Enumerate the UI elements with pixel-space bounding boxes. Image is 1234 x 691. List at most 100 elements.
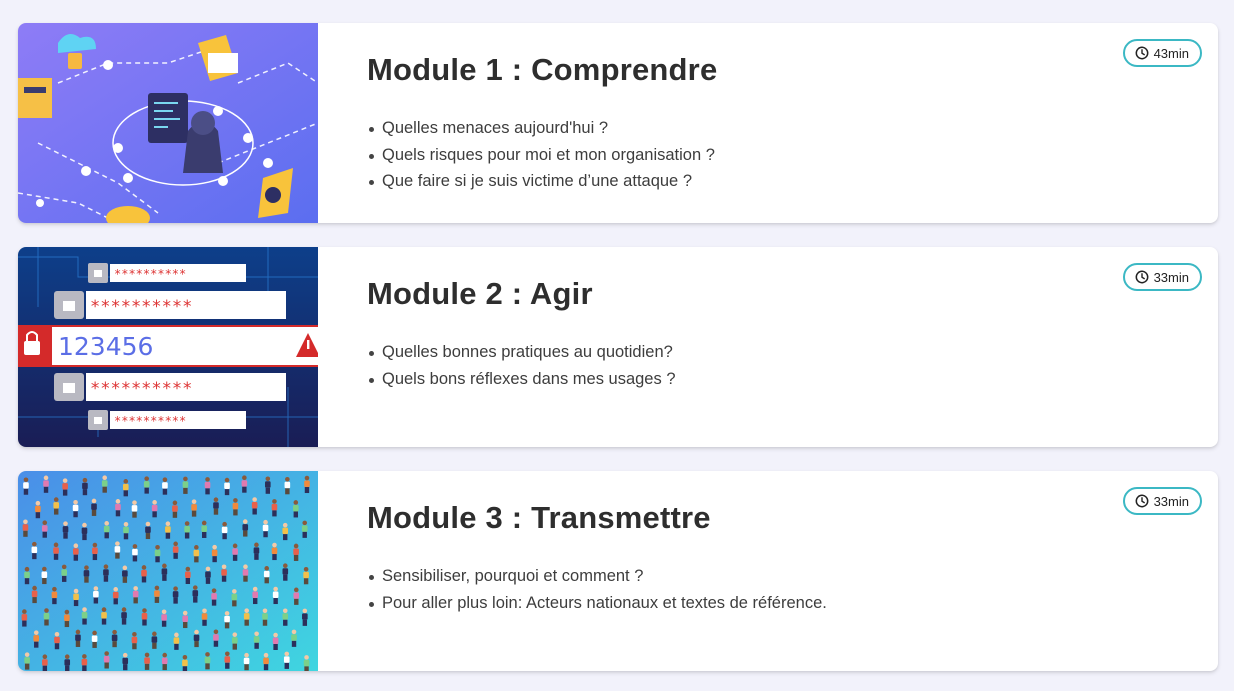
duration-label: 33min bbox=[1153, 493, 1189, 509]
duration-label: 43min bbox=[1153, 45, 1189, 61]
person-figure bbox=[154, 585, 160, 603]
person-figure bbox=[111, 629, 118, 648]
person-figure bbox=[282, 522, 289, 541]
person-figure bbox=[81, 654, 88, 671]
person-figure bbox=[53, 497, 60, 515]
person-figure bbox=[93, 586, 99, 604]
module-3-title: Module 3 : Transmettre bbox=[367, 500, 711, 535]
module-3-image bbox=[18, 471, 318, 671]
person-figure bbox=[141, 565, 147, 583]
person-figure bbox=[21, 609, 28, 627]
person-figure bbox=[291, 629, 297, 647]
person-figure bbox=[92, 542, 98, 561]
person-figure bbox=[231, 632, 238, 650]
person-figure bbox=[31, 585, 38, 604]
duration-label: 33min bbox=[1153, 269, 1189, 285]
person-figure bbox=[73, 543, 79, 561]
person-figure bbox=[24, 566, 30, 585]
masked-password-text: ********** bbox=[114, 414, 186, 428]
person-figure bbox=[103, 564, 109, 582]
person-figure bbox=[204, 652, 211, 670]
person-figure bbox=[72, 499, 79, 518]
person-figure bbox=[252, 586, 259, 605]
person-figure bbox=[41, 520, 48, 538]
person-figure bbox=[205, 566, 211, 584]
person-figure bbox=[64, 654, 71, 671]
person-figure bbox=[22, 519, 29, 537]
person-figure bbox=[43, 475, 49, 493]
person-figure bbox=[51, 586, 58, 605]
person-figure bbox=[301, 520, 308, 538]
person-figure bbox=[172, 500, 178, 518]
module-2-content: Module 2 : Agir Quelles bonnes pratiques… bbox=[367, 275, 1198, 392]
person-figure bbox=[193, 545, 200, 563]
person-figure bbox=[282, 563, 289, 581]
person-figure bbox=[263, 566, 270, 584]
person-figure bbox=[122, 652, 129, 671]
person-figure bbox=[62, 478, 68, 496]
person-figure bbox=[75, 629, 81, 647]
person-figure bbox=[271, 499, 278, 517]
person-figure bbox=[131, 631, 138, 650]
module-card-1[interactable]: Module 1 : Comprendre Quelles menaces au… bbox=[18, 23, 1218, 223]
person-figure bbox=[182, 476, 189, 494]
person-figure bbox=[283, 651, 290, 669]
person-figure bbox=[91, 630, 98, 648]
person-figure bbox=[73, 588, 79, 607]
person-figure bbox=[145, 521, 151, 540]
person-figure bbox=[31, 541, 38, 560]
person-figure bbox=[165, 521, 171, 539]
person-figure bbox=[41, 566, 48, 585]
person-figure bbox=[33, 630, 40, 648]
person-figure bbox=[81, 607, 88, 625]
module-3-duration-badge: 33min bbox=[1122, 487, 1202, 515]
person-figure bbox=[232, 498, 239, 516]
person-figure bbox=[53, 542, 59, 560]
topic-item: Que faire si je suis victime d’une attaq… bbox=[369, 168, 1198, 195]
person-figure bbox=[161, 563, 168, 581]
topic-item: Quels bons réflexes dans mes usages ? bbox=[369, 366, 1198, 393]
person-figure bbox=[211, 544, 218, 563]
person-figure bbox=[24, 652, 30, 670]
module-card-2[interactable]: ********** ********** 123456 ********** … bbox=[18, 247, 1218, 447]
masked-password-text: ********** bbox=[90, 379, 192, 399]
weak-password-text: 123456 bbox=[58, 332, 153, 361]
person-figure bbox=[61, 564, 68, 582]
person-figure bbox=[83, 565, 90, 583]
module-list: Module 1 : Comprendre Quelles menaces au… bbox=[0, 0, 1234, 691]
person-figure bbox=[91, 498, 97, 516]
person-figure bbox=[302, 608, 308, 626]
person-figure bbox=[101, 607, 107, 625]
person-figure bbox=[192, 585, 199, 603]
clock-icon bbox=[1135, 494, 1149, 508]
person-figure bbox=[23, 477, 29, 495]
topic-item: Quels risques pour moi et mon organisati… bbox=[369, 142, 1198, 169]
person-figure bbox=[141, 608, 148, 626]
person-figure bbox=[293, 543, 299, 561]
module-2-title: Module 2 : Agir bbox=[367, 276, 593, 311]
person-figure bbox=[303, 566, 309, 585]
person-figure bbox=[213, 497, 219, 515]
person-figure bbox=[121, 607, 127, 625]
person-figure bbox=[191, 499, 197, 517]
person-figure bbox=[103, 651, 110, 669]
person-figure bbox=[241, 475, 248, 493]
person-figure bbox=[304, 475, 310, 494]
clock-icon bbox=[1135, 46, 1149, 60]
person-figure bbox=[242, 564, 249, 582]
person-figure bbox=[151, 631, 158, 649]
person-figure bbox=[262, 608, 268, 626]
person-figure bbox=[43, 608, 50, 626]
person-figure bbox=[182, 610, 189, 629]
person-figure bbox=[271, 542, 278, 561]
person-figure bbox=[172, 541, 179, 559]
person-figure bbox=[123, 522, 129, 540]
person-figure bbox=[54, 631, 60, 650]
person-figure bbox=[81, 522, 88, 541]
person-figure bbox=[293, 587, 300, 605]
topic-item: Pour aller plus loin: Acteurs nationaux … bbox=[369, 590, 1198, 617]
person-figure bbox=[282, 608, 289, 626]
topic-item: Quelles bonnes pratiques au quotidien? bbox=[369, 339, 1198, 366]
module-card-3[interactable]: Module 3 : Transmettre Sensibiliser, pou… bbox=[18, 471, 1218, 671]
person-figure bbox=[253, 631, 260, 649]
